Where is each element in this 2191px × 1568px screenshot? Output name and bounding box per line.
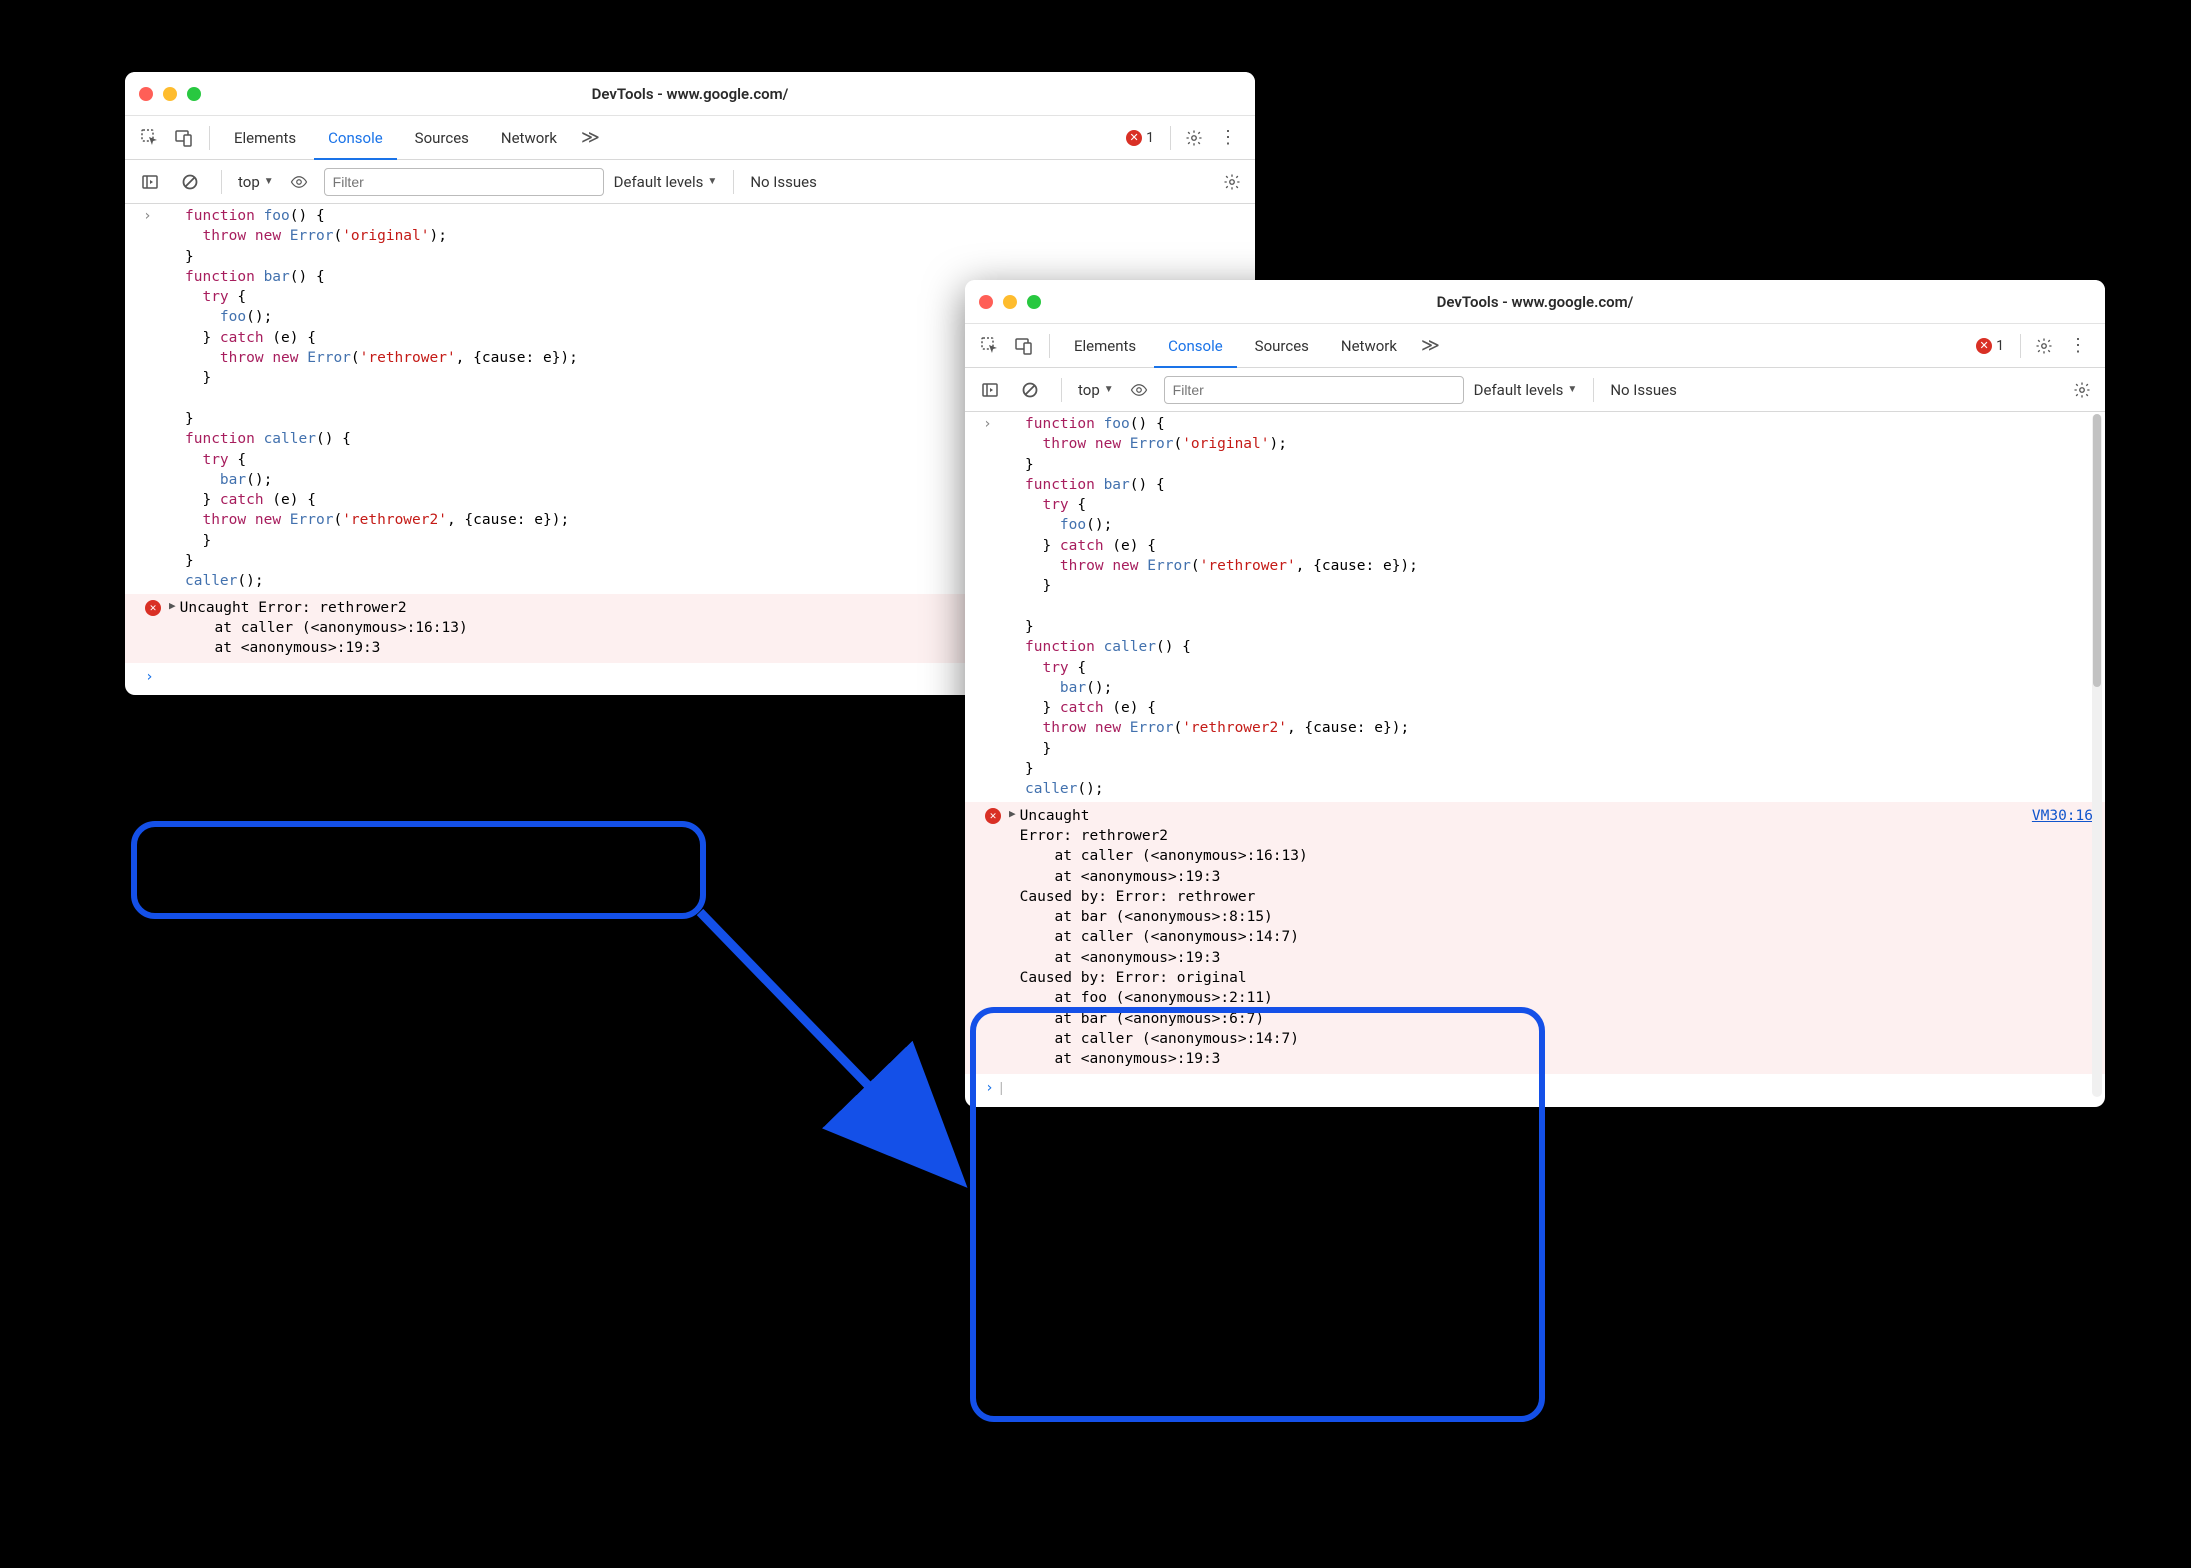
tab-elements[interactable]: Elements	[1060, 324, 1150, 368]
fullscreen-icon[interactable]	[187, 87, 201, 101]
traffic-lights	[979, 295, 1041, 309]
chevron-right-icon[interactable]: ≫	[575, 127, 606, 148]
tab-console[interactable]: Console	[314, 116, 397, 160]
device-toggle-icon[interactable]	[1009, 331, 1039, 361]
devtools-tabs: Elements Console Sources Network ≫ ✕ 1 ⋮	[965, 324, 2105, 368]
issues-status[interactable]: No Issues	[750, 173, 817, 191]
prompt-icon: ›	[983, 414, 992, 434]
disclosure-triangle-icon[interactable]: ▶	[1009, 806, 1016, 821]
window-title: DevTools - www.google.com/	[125, 85, 1255, 103]
kebab-icon[interactable]: ⋮	[2061, 335, 2095, 356]
inspect-icon[interactable]	[975, 331, 1005, 361]
close-icon[interactable]	[139, 87, 153, 101]
context-dropdown[interactable]: top▼	[238, 173, 274, 191]
highlight-box-before	[131, 821, 706, 919]
scrollbar-thumb[interactable]	[2093, 414, 2101, 687]
source-code: function foo() { throw new Error('origin…	[985, 414, 2105, 800]
disclosure-triangle-icon[interactable]: ▶	[169, 598, 176, 613]
divider	[1593, 378, 1594, 402]
divider	[209, 126, 210, 150]
titlebar[interactable]: DevTools - www.google.com/	[965, 280, 2105, 324]
minimize-icon[interactable]	[163, 87, 177, 101]
error-icon: ✕	[145, 600, 161, 616]
error-icon: ✕	[1126, 130, 1142, 146]
error-icon: ✕	[1976, 338, 1992, 354]
sidebar-toggle-icon[interactable]	[975, 375, 1005, 405]
inspect-icon[interactable]	[135, 123, 165, 153]
traffic-lights	[139, 87, 201, 101]
divider	[1061, 378, 1062, 402]
tab-sources[interactable]: Sources	[401, 116, 483, 160]
issues-status[interactable]: No Issues	[1610, 381, 1677, 399]
minimize-icon[interactable]	[1003, 295, 1017, 309]
error-badge[interactable]: ✕ 1	[1970, 338, 2010, 354]
scrollbar[interactable]	[2092, 414, 2102, 1097]
prompt-icon: ›	[143, 206, 152, 226]
sidebar-toggle-icon[interactable]	[135, 167, 165, 197]
gear-icon[interactable]	[1181, 129, 1207, 147]
gear-icon[interactable]	[1219, 173, 1245, 191]
close-icon[interactable]	[979, 295, 993, 309]
clear-console-icon[interactable]	[1015, 375, 1045, 405]
error-count: 1	[1996, 338, 2004, 354]
error-icon: ✕	[985, 808, 1001, 824]
context-dropdown[interactable]: top▼	[1078, 381, 1114, 399]
console-toolbar: top▼ Default levels▼ No Issues	[125, 160, 1255, 204]
error-message-row[interactable]: ✕ ▶ Uncaught Error: rethrower2 at caller…	[965, 802, 2105, 1074]
divider	[1170, 126, 1171, 150]
fullscreen-icon[interactable]	[1027, 295, 1041, 309]
device-toggle-icon[interactable]	[169, 123, 199, 153]
levels-dropdown[interactable]: Default levels▼	[614, 173, 718, 191]
tab-sources[interactable]: Sources	[1241, 324, 1323, 368]
kebab-icon[interactable]: ⋮	[1211, 127, 1245, 148]
tab-elements[interactable]: Elements	[220, 116, 310, 160]
levels-dropdown[interactable]: Default levels▼	[1474, 381, 1578, 399]
console-toolbar: top▼ Default levels▼ No Issues	[965, 368, 2105, 412]
devtools-window-after: DevTools - www.google.com/ Elements Cons…	[965, 280, 2105, 1107]
error-count: 1	[1146, 130, 1154, 146]
divider	[2020, 334, 2021, 358]
source-link[interactable]: VM30:16	[2012, 806, 2093, 826]
error-badge[interactable]: ✕ 1	[1120, 130, 1160, 146]
devtools-tabs: Elements Console Sources Network ≫ ✕ 1 ⋮	[125, 116, 1255, 160]
clear-console-icon[interactable]	[175, 167, 205, 197]
gear-icon[interactable]	[2069, 381, 2095, 399]
window-title: DevTools - www.google.com/	[965, 293, 2105, 311]
console-code-entry: › function foo() { throw new Error('orig…	[965, 412, 2105, 802]
tab-console[interactable]: Console	[1154, 324, 1237, 368]
tab-network[interactable]: Network	[1327, 324, 1411, 368]
eye-icon[interactable]	[284, 167, 314, 197]
divider	[221, 170, 222, 194]
filter-input[interactable]	[1164, 376, 1464, 404]
console-prompt[interactable]: ›|	[965, 1074, 2105, 1107]
titlebar[interactable]: DevTools - www.google.com/	[125, 72, 1255, 116]
tab-network[interactable]: Network	[487, 116, 571, 160]
divider	[733, 170, 734, 194]
filter-input[interactable]	[324, 168, 604, 196]
text-cursor: |	[1000, 1080, 1003, 1096]
eye-icon[interactable]	[1124, 375, 1154, 405]
gear-icon[interactable]	[2031, 337, 2057, 355]
divider	[1049, 334, 1050, 358]
chevron-right-icon[interactable]: ≫	[1415, 335, 1446, 356]
error-text: Uncaught Error: rethrower2 at caller (<a…	[1020, 806, 2012, 1070]
